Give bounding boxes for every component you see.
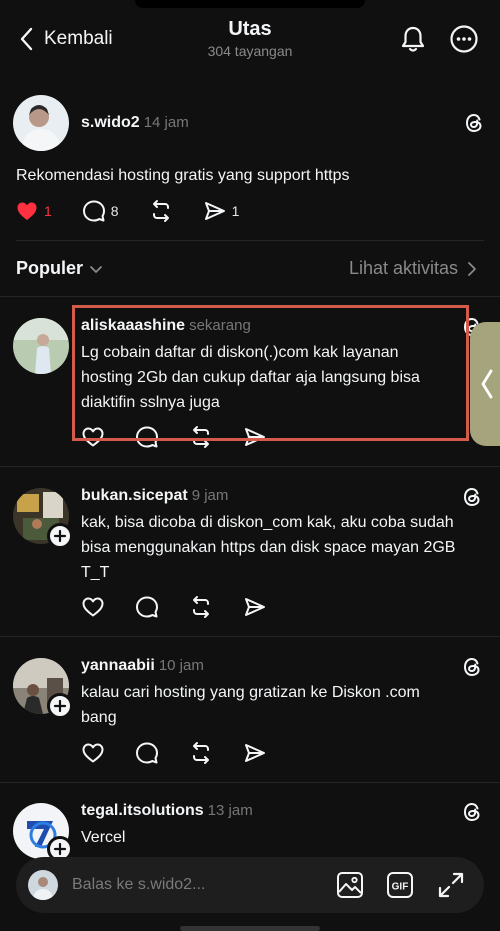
sort-label: Populer (16, 258, 84, 278)
avatar[interactable] (13, 95, 69, 151)
reply-actions (81, 595, 267, 619)
bell-icon[interactable] (398, 24, 428, 54)
image-icon[interactable] (335, 870, 365, 900)
avatar (28, 870, 58, 900)
post-time: 14 jam (143, 114, 189, 131)
plus-icon (53, 529, 67, 543)
send-icon (245, 744, 265, 762)
more-icon[interactable] (449, 24, 479, 54)
post-actions: 1 8 1 (15, 199, 239, 223)
side-panel-handle[interactable] (470, 322, 500, 446)
plus-icon (53, 842, 67, 856)
divider (0, 782, 500, 783)
threads-icon[interactable] (460, 655, 484, 679)
reply-text: kak, bisa dicoba di diskon_com kak, aku … (81, 510, 455, 585)
reply-time: 10 jam (158, 657, 204, 674)
threads-icon[interactable] (460, 800, 484, 824)
header: Kembali Utas 304 tayangan (0, 0, 500, 80)
reply-line: bisa menggunakan https dan disk space ma… (81, 539, 456, 556)
comment-button[interactable] (135, 741, 159, 765)
comment-button[interactable]: 8 (82, 199, 119, 223)
repost-icon (193, 742, 209, 764)
repost-icon (193, 596, 209, 618)
reply-line: bang (81, 709, 117, 726)
heart-icon (82, 743, 104, 763)
threads-icon[interactable] (462, 111, 486, 135)
reply-input[interactable] (72, 872, 322, 898)
comment-icon (136, 596, 158, 618)
share-button[interactable]: 1 (203, 199, 240, 223)
highlight-box (72, 305, 469, 441)
repost-button[interactable] (149, 199, 173, 223)
chevron-left-icon (481, 369, 493, 399)
share-button[interactable] (243, 741, 267, 765)
svg-text:GIF: GIF (392, 882, 409, 893)
reply-line: kak, bisa dicoba di diskon_com kak, aku … (81, 514, 454, 531)
post-username[interactable]: s.wido2 (81, 114, 140, 131)
chevron-down-icon (90, 265, 102, 273)
reply-username[interactable]: tegal.itsolutions (81, 802, 204, 819)
comment-icon (82, 200, 105, 222)
divider (0, 296, 500, 297)
comment-count: 8 (110, 203, 119, 219)
like-button[interactable] (81, 741, 105, 765)
plus-icon (53, 699, 67, 713)
heart-icon (82, 597, 104, 617)
reply-line: kalau cari hosting yang gratizan ke Disk… (81, 684, 420, 701)
post-author[interactable]: s.wido2 14 jam (81, 114, 189, 132)
avatar[interactable] (13, 318, 69, 374)
view-activity-label: Lihat aktivitas (348, 258, 458, 278)
sort-dropdown[interactable]: Populer (16, 258, 103, 279)
reply-actions (81, 741, 267, 765)
view-activity-link[interactable]: Lihat aktivitas (349, 258, 478, 279)
expand-icon[interactable] (436, 870, 466, 900)
send-icon (245, 598, 265, 616)
comment-icon (136, 742, 158, 764)
follow-button[interactable] (47, 693, 73, 719)
share-count: 1 (231, 203, 240, 219)
post-text: Rekomendasi hosting gratis yang support … (16, 167, 350, 184)
reply-composer: GIF (16, 857, 484, 913)
comment-button[interactable] (135, 595, 159, 619)
heart-icon (17, 202, 37, 220)
gif-icon[interactable]: GIF (385, 870, 415, 900)
divider (0, 636, 500, 637)
send-icon (204, 202, 225, 220)
share-button[interactable] (243, 595, 267, 619)
like-button[interactable]: 1 (15, 199, 52, 223)
divider (0, 466, 500, 467)
like-count: 1 (44, 203, 52, 219)
reply-author[interactable]: tegal.itsolutions 13 jam (81, 802, 253, 820)
like-button[interactable] (81, 595, 105, 619)
chevron-right-icon (468, 261, 476, 276)
home-indicator (180, 926, 320, 931)
reply-line: T_T (81, 564, 110, 581)
reply-username[interactable]: yannaabii (81, 657, 155, 674)
reply-text: Vercel (81, 825, 125, 850)
repost-icon (152, 200, 169, 222)
follow-button[interactable] (47, 523, 73, 549)
threads-icon[interactable] (460, 485, 484, 509)
reply-line: Vercel (81, 829, 126, 846)
reply-username[interactable]: bukan.sicepat (81, 487, 188, 504)
divider (16, 240, 484, 241)
reply-author[interactable]: yannaabii 10 jam (81, 657, 204, 675)
reply-text: kalau cari hosting yang gratizan ke Disk… (81, 680, 420, 730)
reply-author[interactable]: bukan.sicepat 9 jam (81, 487, 228, 505)
reply-time: 13 jam (207, 802, 253, 819)
repost-button[interactable] (189, 595, 213, 619)
repost-button[interactable] (189, 741, 213, 765)
reply-time: 9 jam (191, 487, 229, 504)
